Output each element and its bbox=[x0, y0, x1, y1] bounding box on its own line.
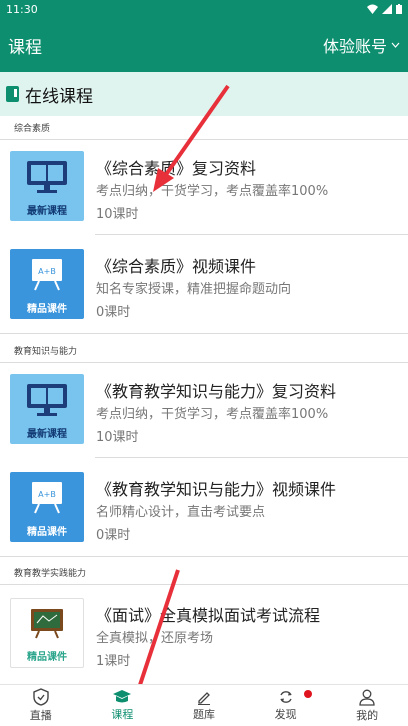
course-thumbnail: A+B 精品课件 bbox=[10, 472, 84, 542]
course-lesson-count: 0课时 bbox=[96, 305, 131, 320]
section-title: 综合素质 bbox=[14, 124, 51, 134]
signal-icon bbox=[382, 4, 392, 14]
course-lesson-count: 10课时 bbox=[96, 430, 139, 445]
notification-badge bbox=[304, 690, 313, 698]
divider bbox=[0, 139, 408, 140]
monitor-book-icon bbox=[27, 161, 67, 193]
course-thumbnail: A+B 精品课件 bbox=[10, 249, 84, 319]
book-icon bbox=[6, 86, 19, 102]
account-switcher[interactable]: 体验账号 bbox=[323, 33, 400, 57]
online-courses-label: 在线课程 bbox=[25, 86, 93, 107]
whiteboard-text: A+B bbox=[38, 490, 56, 499]
course-item[interactable]: A+B 精品课件 《教育教学知识与能力》视频课件 名师精心设计，直击考试要点 0… bbox=[0, 466, 408, 556]
chalkboard-icon bbox=[31, 609, 63, 639]
wifi-icon bbox=[367, 4, 378, 14]
system-icons bbox=[367, 4, 402, 14]
thumbnail-caption: 最新课程 bbox=[27, 206, 67, 217]
shield-icon bbox=[33, 688, 49, 706]
divider bbox=[95, 457, 408, 458]
thumbnail-caption: 最新课程 bbox=[27, 429, 67, 440]
course-item[interactable]: 最新课程 《教育教学知识与能力》复习资料 考点归纳，干货学习，考点覆盖率100%… bbox=[0, 368, 408, 458]
course-description: 考点归纳，干货学习，考点覆盖率100% bbox=[96, 407, 329, 422]
section-title: 教育知识与能力 bbox=[14, 347, 78, 357]
page-title: 课程 bbox=[8, 37, 42, 58]
divider bbox=[0, 333, 408, 334]
thumbnail-caption: 精品课件 bbox=[27, 304, 67, 315]
battery-icon bbox=[396, 4, 402, 14]
monitor-book-icon bbox=[27, 384, 67, 416]
tab-question-bank[interactable]: 题库 bbox=[163, 685, 245, 726]
course-title: 《教育教学知识与能力》视频课件 bbox=[96, 480, 337, 499]
course-lesson-count: 0课时 bbox=[96, 528, 131, 543]
section-title: 教育教学实践能力 bbox=[14, 569, 87, 579]
course-item[interactable]: 精品课件 《面试》全真模拟面试考试流程 全真模拟，还原考场 1课时 bbox=[0, 592, 408, 682]
whiteboard-text: A+B bbox=[38, 267, 56, 276]
tab-label: 题库 bbox=[192, 708, 215, 721]
course-description: 考点归纳，干货学习，考点覆盖率100% bbox=[96, 184, 329, 199]
status-bar: 11:30 bbox=[0, 0, 408, 18]
tab-label: 我的 bbox=[356, 708, 379, 722]
tab-label: 直播 bbox=[29, 709, 52, 722]
course-title: 《面试》全真模拟面试考试流程 bbox=[96, 606, 321, 625]
bottom-navigation: 直播 课程 题库 发现 我的 bbox=[0, 684, 408, 726]
course-item[interactable]: A+B 精品课件 《综合素质》视频课件 知名专家授课，精准把握命题动向 0课时 bbox=[0, 243, 408, 333]
course-title: 《综合素质》视频课件 bbox=[96, 257, 257, 276]
divider bbox=[95, 234, 408, 235]
tab-label: 课程 bbox=[111, 708, 134, 721]
user-icon bbox=[359, 689, 375, 706]
online-courses-header: 在线课程 bbox=[0, 72, 408, 116]
tab-discover[interactable]: 发现 bbox=[245, 685, 327, 726]
course-thumbnail: 精品课件 bbox=[10, 598, 84, 668]
course-description: 全真模拟，还原考场 bbox=[96, 631, 214, 646]
account-label: 体验账号 bbox=[322, 37, 387, 56]
thumbnail-caption: 精品课件 bbox=[27, 527, 67, 538]
whiteboard-icon: A+B bbox=[32, 259, 62, 291]
refresh-icon bbox=[279, 691, 292, 703]
course-title: 《综合素质》复习资料 bbox=[96, 159, 257, 178]
pencil-icon bbox=[197, 692, 210, 705]
app-bar: 课程 体验账号 bbox=[0, 18, 408, 72]
status-time: 11:30 bbox=[6, 2, 38, 16]
course-title: 《教育教学知识与能力》复习资料 bbox=[96, 382, 337, 401]
thumbnail-caption: 精品课件 bbox=[27, 652, 67, 663]
tab-live[interactable]: 直播 bbox=[0, 685, 82, 726]
course-thumbnail: 最新课程 bbox=[10, 151, 84, 221]
tab-courses[interactable]: 课程 bbox=[82, 685, 164, 726]
tab-profile[interactable]: 我的 bbox=[326, 685, 408, 726]
course-lesson-count: 10课时 bbox=[96, 207, 139, 222]
course-description: 名师精心设计，直击考试要点 bbox=[96, 505, 266, 520]
divider bbox=[0, 556, 408, 557]
course-description: 知名专家授课，精准把握命题动向 bbox=[96, 282, 292, 297]
divider bbox=[0, 584, 408, 585]
chevron-down-icon bbox=[391, 42, 400, 48]
course-item[interactable]: 最新课程 《综合素质》复习资料 考点归纳，干货学习，考点覆盖率100% 10课时 bbox=[0, 145, 408, 235]
whiteboard-icon: A+B bbox=[32, 482, 62, 514]
graduation-cap-icon bbox=[113, 690, 132, 703]
divider bbox=[0, 362, 408, 363]
course-thumbnail: 最新课程 bbox=[10, 374, 84, 444]
course-lesson-count: 1课时 bbox=[96, 654, 131, 669]
tab-label: 发现 bbox=[274, 708, 297, 721]
